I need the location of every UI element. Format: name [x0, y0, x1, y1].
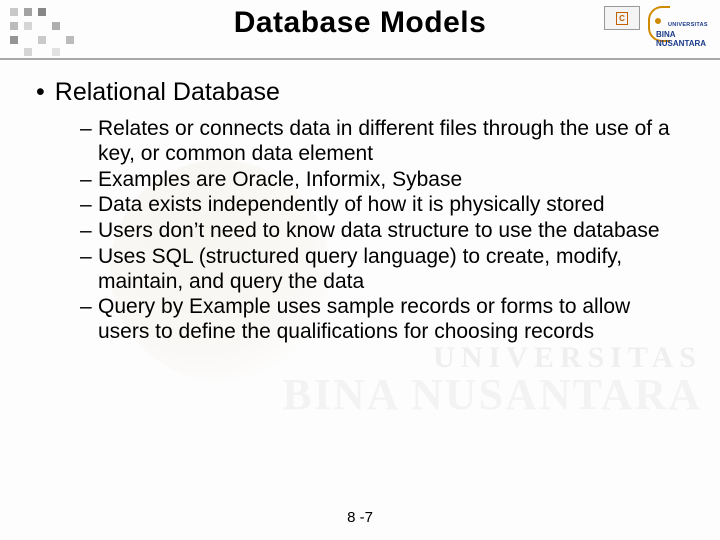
slide-content: • Relational Database –Relates or connec… [0, 60, 720, 345]
list-item: –Query by Example uses sample records or… [80, 295, 684, 345]
slide-number: 8 -7 [0, 509, 720, 526]
topic-text: Relational Database [55, 78, 280, 107]
slide: Database Models C UNIVERSITAS BINA NUSAN… [0, 0, 720, 540]
university-logo: UNIVERSITAS BINA NUSANTARA [646, 4, 714, 54]
list-item: –Examples are Oracle, Informix, Sybase [80, 168, 684, 193]
list-item: –Uses SQL (structured query language) to… [80, 245, 684, 295]
watermark-text: UNIVERSITAS BINA NUSANTARA [282, 341, 702, 420]
bullet-icon: • [36, 78, 45, 107]
list-item: –Users don’t need to know data structure… [80, 219, 684, 244]
list-item: –Relates or connects data in different f… [80, 117, 684, 167]
topic-heading: • Relational Database [36, 78, 684, 107]
badge-icon: C [604, 6, 640, 30]
sub-bullet-list: –Relates or connects data in different f… [36, 117, 684, 345]
slide-header: Database Models C UNIVERSITAS BINA NUSAN… [0, 0, 720, 60]
list-item: –Data exists independently of how it is … [80, 193, 684, 218]
